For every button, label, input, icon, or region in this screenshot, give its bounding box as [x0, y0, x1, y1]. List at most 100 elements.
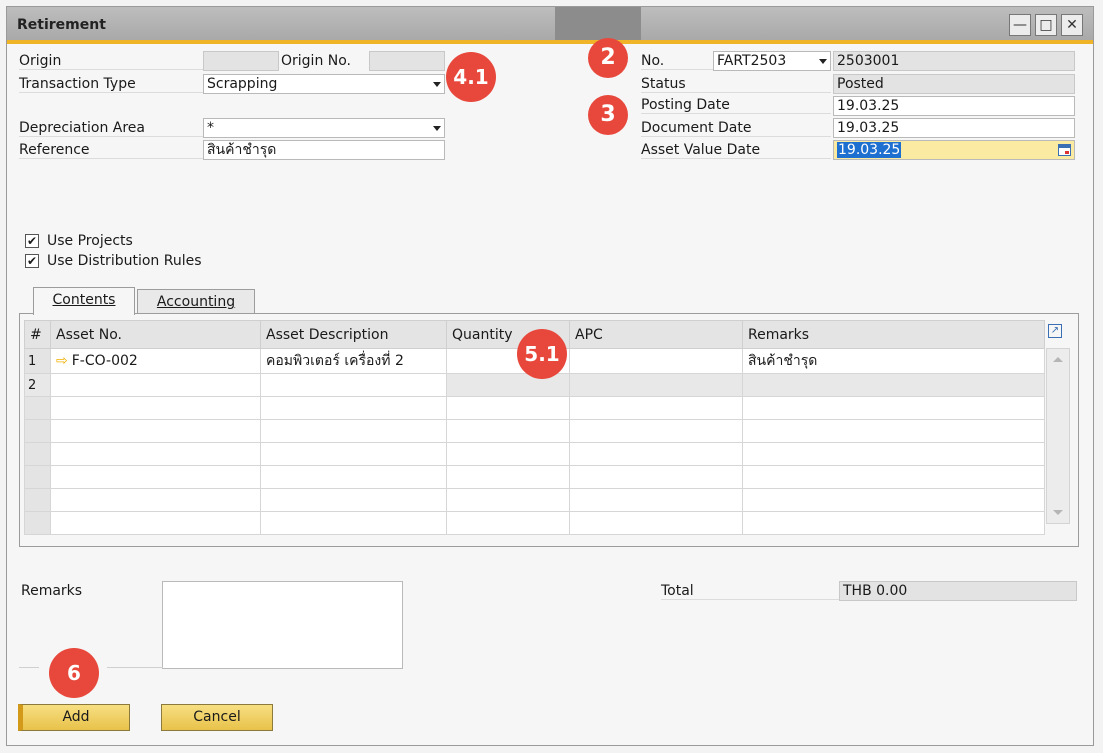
- empty-cell[interactable]: [446, 396, 570, 420]
- origin-no-field: [369, 51, 445, 71]
- empty-cell[interactable]: [260, 511, 447, 535]
- series-value: FART2503: [717, 53, 787, 69]
- empty-cell[interactable]: [446, 442, 570, 466]
- step-marker-2: 2: [588, 38, 628, 78]
- reference-label: Reference: [19, 142, 203, 159]
- chevron-down-icon[interactable]: [433, 126, 441, 131]
- depreciation-area-select[interactable]: *: [203, 118, 445, 138]
- apc-cell[interactable]: [569, 348, 743, 374]
- asset-no-cell[interactable]: ⇨ F-CO-002: [50, 348, 261, 374]
- empty-cell[interactable]: [569, 511, 743, 535]
- empty-cell[interactable]: [569, 488, 743, 512]
- origin-no-label: Origin No.: [281, 53, 352, 69]
- table-row[interactable]: [24, 511, 1045, 535]
- table-row[interactable]: [24, 488, 1045, 512]
- empty-cell[interactable]: [742, 442, 1045, 466]
- column-header[interactable]: #: [24, 320, 51, 349]
- column-header[interactable]: Asset No.: [50, 320, 261, 349]
- transaction-type-value: Scrapping: [207, 76, 278, 92]
- empty-cell[interactable]: [742, 465, 1045, 489]
- empty-cell[interactable]: [50, 511, 261, 535]
- empty-cell[interactable]: [260, 465, 447, 489]
- use-projects-checkbox[interactable]: ✔: [25, 234, 39, 248]
- asset-description-cell[interactable]: คอมพิวเตอร์ เครื่องที่ 2: [260, 348, 447, 374]
- minimize-icon[interactable]: —: [1009, 14, 1031, 36]
- empty-cell[interactable]: [742, 488, 1045, 512]
- asset-description-cell[interactable]: [260, 373, 447, 397]
- posting-date-input[interactable]: 19.03.25: [833, 96, 1075, 116]
- tab-accounting-label: Accounting: [156, 294, 236, 310]
- apc-cell[interactable]: [569, 373, 743, 397]
- no-label: No.: [641, 53, 713, 70]
- divider: [19, 667, 39, 668]
- table-row[interactable]: [24, 442, 1045, 466]
- use-distribution-rules-label[interactable]: Use Distribution Rules: [47, 253, 202, 269]
- series-select[interactable]: FART2503: [713, 51, 831, 71]
- empty-cell[interactable]: [260, 419, 447, 443]
- empty-cell[interactable]: [569, 396, 743, 420]
- table-row[interactable]: [24, 396, 1045, 420]
- link-arrow-icon[interactable]: ⇨: [56, 353, 68, 369]
- scroll-down-icon[interactable]: [1053, 510, 1063, 515]
- remarks-textarea[interactable]: [162, 581, 403, 669]
- row-number: 2: [24, 373, 51, 397]
- empty-cell[interactable]: [569, 442, 743, 466]
- empty-cell[interactable]: [446, 465, 570, 489]
- scroll-up-icon[interactable]: [1053, 357, 1063, 362]
- empty-cell[interactable]: [446, 488, 570, 512]
- divider: [107, 667, 163, 668]
- transaction-type-select[interactable]: Scrapping: [203, 74, 445, 94]
- empty-cell[interactable]: [742, 419, 1045, 443]
- remarks-label: Remarks: [21, 583, 83, 599]
- column-header[interactable]: Remarks: [742, 320, 1045, 349]
- empty-cell[interactable]: [260, 442, 447, 466]
- document-date-label: Document Date: [641, 120, 831, 137]
- empty-cell[interactable]: [50, 488, 261, 512]
- empty-cell[interactable]: [569, 465, 743, 489]
- add-button[interactable]: Add: [18, 704, 130, 731]
- empty-cell[interactable]: [446, 511, 570, 535]
- step-marker-4-1: 4.1: [446, 52, 496, 102]
- table-row[interactable]: [24, 419, 1045, 443]
- tab-accounting[interactable]: Accounting: [137, 289, 255, 315]
- origin-field: [203, 51, 279, 71]
- column-header[interactable]: APC: [569, 320, 743, 349]
- row-number: [24, 511, 51, 535]
- use-projects-label[interactable]: Use Projects: [47, 233, 133, 249]
- depreciation-area-label: Depreciation Area: [19, 120, 203, 137]
- empty-cell[interactable]: [569, 419, 743, 443]
- table-scrollbar[interactable]: [1046, 348, 1070, 524]
- row-number: [24, 488, 51, 512]
- status-label: Status: [641, 76, 831, 93]
- empty-cell[interactable]: [446, 419, 570, 443]
- empty-cell[interactable]: [260, 488, 447, 512]
- empty-cell[interactable]: [742, 511, 1045, 535]
- asset-value-date-input[interactable]: 19.03.25: [833, 140, 1075, 160]
- remarks-cell[interactable]: [742, 373, 1045, 397]
- chevron-down-icon[interactable]: [433, 82, 441, 87]
- cancel-button[interactable]: Cancel: [161, 704, 273, 731]
- close-icon[interactable]: ✕: [1061, 14, 1083, 36]
- empty-cell[interactable]: [50, 465, 261, 489]
- document-date-input[interactable]: 19.03.25: [833, 118, 1075, 138]
- chevron-down-icon[interactable]: [819, 59, 827, 64]
- use-distribution-rules-checkbox[interactable]: ✔: [25, 254, 39, 268]
- reference-input[interactable]: สินค้าชำรุด: [203, 140, 445, 160]
- row-number: [24, 442, 51, 466]
- calendar-icon[interactable]: [1058, 144, 1071, 156]
- total-label: Total: [661, 583, 839, 600]
- empty-cell[interactable]: [260, 396, 447, 420]
- remarks-cell[interactable]: สินค้าชำรุด: [742, 348, 1045, 374]
- column-header[interactable]: Asset Description: [260, 320, 447, 349]
- title-bar[interactable]: Retirement — □ ✕: [7, 7, 1093, 44]
- empty-cell[interactable]: [50, 419, 261, 443]
- tab-contents[interactable]: Contents: [33, 287, 135, 315]
- maximize-icon[interactable]: □: [1035, 14, 1057, 36]
- empty-cell[interactable]: [50, 442, 261, 466]
- asset-no-cell[interactable]: [50, 373, 261, 397]
- empty-cell[interactable]: [742, 396, 1045, 420]
- table-row[interactable]: [24, 465, 1045, 489]
- empty-cell[interactable]: [50, 396, 261, 420]
- step-marker-5-1: 5.1: [517, 329, 567, 379]
- expand-icon[interactable]: ↗: [1048, 324, 1062, 338]
